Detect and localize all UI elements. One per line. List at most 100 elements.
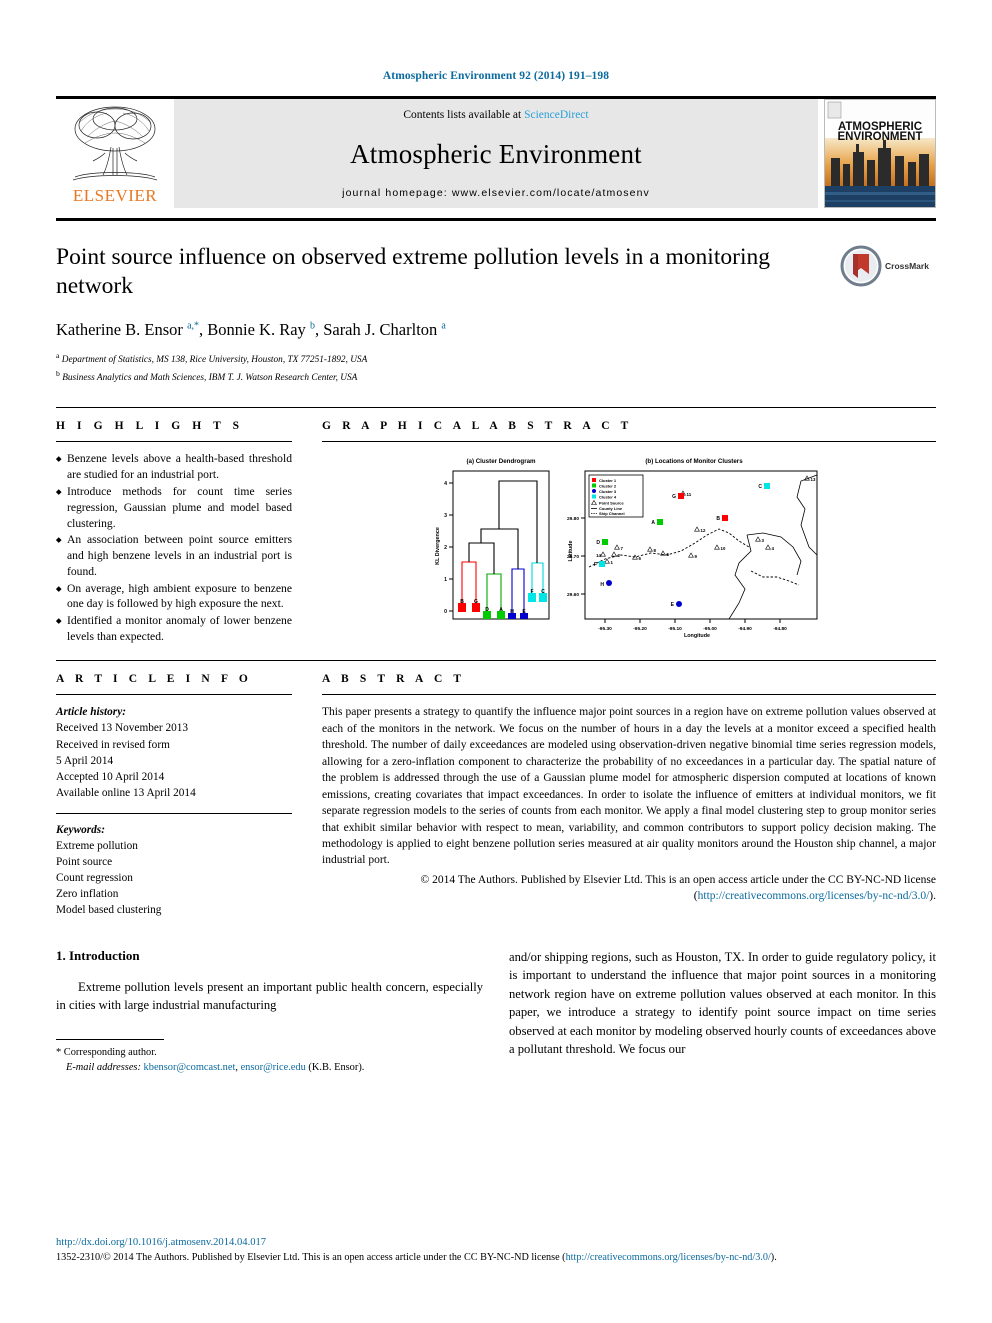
svg-text:3: 3	[444, 513, 447, 519]
svg-text:-95.20: -95.20	[633, 626, 647, 632]
legend-ship-channel: Ship Channel	[599, 511, 625, 516]
keywords-label: Keywords:	[56, 823, 105, 836]
svg-text:H: H	[600, 582, 604, 588]
affiliation-a-text: Department of Statistics, MS 138, Rice U…	[61, 355, 368, 366]
svg-text:B: B	[460, 599, 464, 605]
svg-text:-94.80: -94.80	[773, 626, 787, 632]
svg-text:G: G	[672, 494, 676, 500]
legend-cluster-3: Cluster 3	[599, 489, 617, 494]
crossmark-badge[interactable]: CrossMark	[840, 243, 936, 385]
svg-text:14: 14	[596, 553, 601, 558]
elsevier-logo: ELSEVIER	[56, 99, 174, 208]
journal-cover-thumbnail: ATMOSPHERIC ENVIRONMENT	[824, 99, 936, 208]
svg-text:A: A	[499, 607, 503, 613]
email-link-2[interactable]: ensor@rice.edu	[241, 1062, 306, 1073]
email-line: E-mail addresses: kbensor@comcast.net, e…	[56, 1060, 483, 1075]
email-suffix: (K.B. Ensor).	[305, 1061, 365, 1073]
svg-text:6: 6	[639, 556, 642, 561]
svg-text:E: E	[671, 602, 675, 608]
affiliation-b-text: Business Analytics and Math Sciences, IB…	[62, 372, 358, 383]
svg-text:4: 4	[444, 481, 447, 487]
issn-post: ).	[770, 1251, 777, 1263]
article-info-heading: A R T I C L E I N F O	[56, 673, 252, 686]
info-abstract-row: A R T I C L E I N F O Article history: R…	[56, 660, 936, 917]
list-item: On average, high ambient exposure to ben…	[56, 581, 292, 613]
legend-cluster-2: Cluster 2	[599, 484, 617, 489]
keyword-item: Point source	[56, 855, 113, 868]
cover-artwork: ATMOSPHERIC ENVIRONMENT	[825, 100, 935, 207]
abstract-text: This paper presents a strategy to quanti…	[322, 706, 936, 867]
list-item: An association between point source emit…	[56, 532, 292, 579]
svg-text:-94.90: -94.90	[738, 626, 752, 632]
svg-text:B: B	[716, 516, 720, 522]
svg-text:3: 3	[762, 538, 765, 543]
email-label: E-mail addresses:	[66, 1061, 141, 1073]
dendro-joins	[468, 480, 538, 575]
article-info-divider	[56, 694, 292, 696]
svg-text:C: C	[758, 484, 762, 490]
list-item: Identified a monitor anomaly of lower be…	[56, 613, 292, 645]
monitor-F: F	[594, 561, 605, 568]
dendrogram-panel: (a) Cluster Dendrogram KL Divergence 0 1…	[435, 458, 550, 620]
history-item: Received 13 November 2013	[56, 722, 189, 735]
dendro-leaves: B G D A H E F C	[458, 589, 547, 620]
monitor-B: B	[716, 515, 728, 522]
dendro-cluster-3	[511, 568, 525, 614]
svg-text:-95.10: -95.10	[668, 626, 682, 632]
journal-masthead: ELSEVIER Contents lists available at Sci…	[56, 96, 936, 208]
svg-text:2: 2	[618, 553, 621, 558]
map-yticks: 29.60 29.70 29.80	[567, 516, 585, 598]
list-item: Introduce methods for count time series …	[56, 484, 292, 531]
article-info-column: A R T I C L E I N F O Article history: R…	[56, 673, 314, 917]
map-xticks: -95.30 -95.20 -95.10 -95.00 -94.90 -94.8…	[598, 619, 787, 632]
abstract-copyright: © 2014 The Authors. Published by Elsevie…	[322, 872, 936, 905]
page-footer: http://dx.doi.org/10.1016/j.atmosenv.201…	[56, 1237, 936, 1265]
journal-running-head: Atmospheric Environment 92 (2014) 191–19…	[382, 70, 610, 82]
svg-text:D: D	[485, 607, 489, 613]
legend-cluster-1: Cluster 1	[599, 478, 617, 483]
author-list: Katherine B. Ensor a,*, Bonnie K. Ray b,…	[56, 320, 446, 340]
monitor-D: D	[596, 539, 608, 546]
svg-text:ENVIRONMENT: ENVIRONMENT	[838, 131, 923, 143]
graphical-abstract-heading: G R A P H I C A L A B S T R A C T	[322, 420, 633, 433]
paper-page: Atmospheric Environment 92 (2014) 191–19…	[0, 0, 992, 1323]
svg-text:-95.30: -95.30	[598, 626, 612, 632]
crossmark-icon	[840, 245, 882, 287]
keyword-item: Count regression	[56, 871, 133, 884]
monitor-map-panel: (b) Locations of Monitor Clusters Latitu…	[567, 458, 818, 639]
svg-text:5: 5	[667, 552, 670, 557]
abstract-column: A B S T R A C T This paper presents a st…	[314, 673, 936, 917]
svg-text:29.60: 29.60	[567, 592, 579, 598]
keyword-item: Extreme pollution	[56, 839, 138, 852]
monitor-E: E	[671, 601, 682, 608]
issn-pre: 1352-2310/© 2014 The Authors. Published …	[56, 1251, 566, 1263]
history-item: Accepted 10 April 2014	[56, 770, 165, 783]
journal-title: Atmospheric Environment	[350, 138, 642, 169]
footer-license-link[interactable]: http://creativecommons.org/licenses/by-n…	[566, 1252, 771, 1263]
intro-right-column: and/or shipping regions, such as Houston…	[509, 948, 936, 1075]
footnote-rule	[56, 1038, 164, 1040]
doi-link[interactable]: http://dx.doi.org/10.1016/j.atmosenv.201…	[56, 1237, 936, 1248]
email-link-1[interactable]: kbensor@comcast.net	[144, 1062, 236, 1073]
article-history: Article history: Received 13 November 20…	[56, 704, 292, 800]
affiliation-b: b Business Analytics and Math Sciences, …	[56, 368, 358, 383]
keywords-block: Keywords: Extreme pollution Point source…	[56, 822, 292, 918]
license-link[interactable]: http://creativecommons.org/licenses/by-n…	[698, 890, 930, 902]
graphical-abstract-figure: (a) Cluster Dendrogram KL Divergence 0 1…	[435, 458, 818, 639]
sciencedirect-link[interactable]: ScienceDirect	[524, 109, 589, 121]
journal-homepage[interactable]: journal homepage: www.elsevier.com/locat…	[342, 187, 650, 199]
list-item: Benzene levels above a health-based thre…	[56, 451, 292, 483]
elsevier-wordmark: ELSEVIER	[72, 186, 158, 205]
dendro-cluster-1	[461, 561, 477, 604]
keyword-item: Zero inflation	[56, 887, 119, 900]
svg-text:F: F	[594, 562, 597, 568]
issn-copyright-line: 1352-2310/© 2014 The Authors. Published …	[56, 1251, 936, 1265]
svg-text:12: 12	[701, 528, 706, 533]
intro-left-column: 1. Introduction Extreme pollution levels…	[56, 948, 483, 1075]
history-item: 5 April 2014	[56, 754, 114, 767]
svg-text:9: 9	[695, 554, 698, 559]
dendrogram-title: (a) Cluster Dendrogram	[466, 458, 536, 465]
svg-text:29.70: 29.70	[567, 554, 579, 560]
graphical-abstract-divider	[322, 441, 936, 443]
svg-text:8: 8	[654, 548, 657, 553]
